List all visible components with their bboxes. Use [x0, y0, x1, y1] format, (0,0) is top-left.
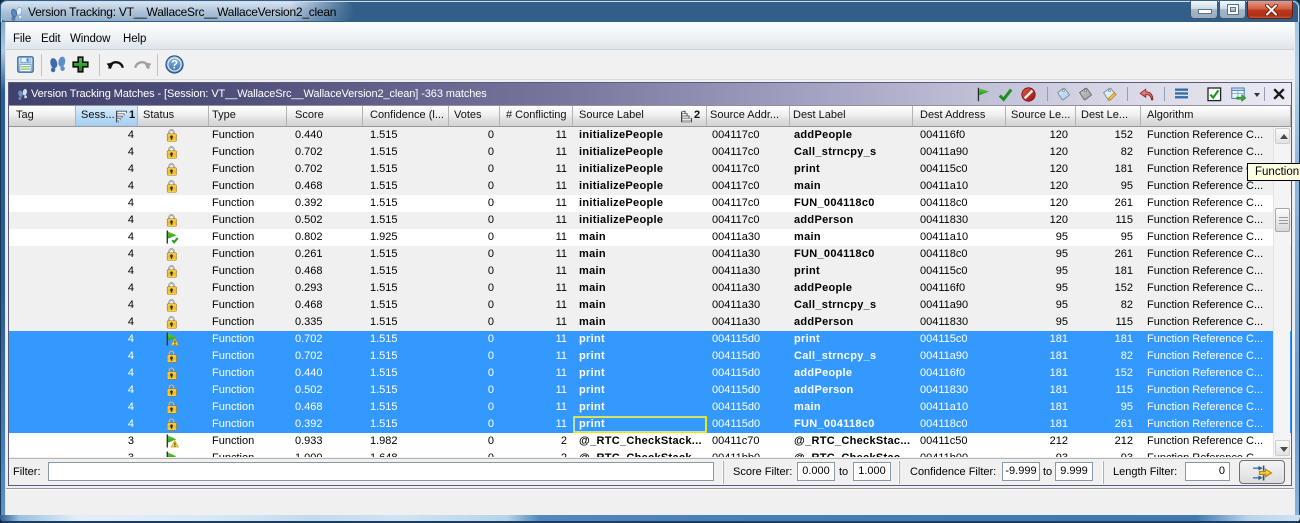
svg-text:?: ?	[171, 60, 178, 72]
